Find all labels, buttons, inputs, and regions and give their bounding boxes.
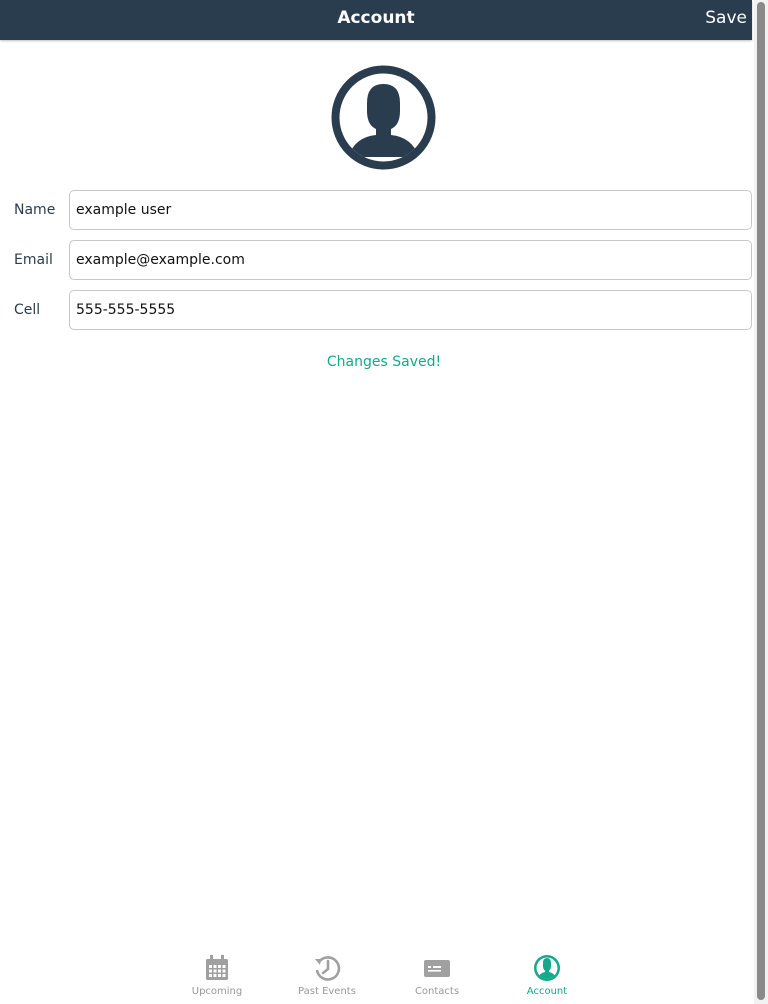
tab-account[interactable]: Account: [502, 948, 592, 1004]
tab-past-events[interactable]: Past Events: [282, 948, 372, 1004]
name-input[interactable]: [69, 190, 752, 230]
status-message: Changes Saved!: [326, 354, 442, 370]
email-input[interactable]: [69, 240, 752, 280]
cell-label: Cell: [14, 302, 41, 318]
contact-card-icon: [424, 960, 450, 977]
tab-contacts[interactable]: Contacts: [392, 948, 482, 1004]
tab-upcoming[interactable]: Upcoming: [172, 948, 262, 1004]
user-avatar-icon: [331, 65, 436, 170]
calendar-icon: [206, 955, 228, 980]
account-screen: Account Save Name Email Cell Changes Sav…: [0, 0, 768, 1004]
name-label: Name: [14, 202, 56, 218]
history-icon: [315, 956, 341, 981]
scrollbar[interactable]: [754, 0, 768, 1004]
email-label: Email: [14, 252, 53, 268]
name-row: Name: [0, 190, 752, 230]
tab-label: Account: [526, 986, 568, 997]
email-row: Email: [0, 240, 752, 280]
scrollbar-thumb[interactable]: [757, 2, 765, 1000]
cell-row: Cell: [0, 290, 752, 330]
tab-label: Contacts: [414, 986, 460, 997]
tab-label: Past Events: [298, 986, 356, 997]
page-title: Account: [337, 8, 415, 28]
save-button[interactable]: Save: [705, 0, 747, 36]
nav-bar: Account Save: [0, 0, 752, 40]
account-icon: [534, 955, 560, 981]
cell-input[interactable]: [69, 290, 752, 330]
tab-label: Upcoming: [191, 986, 243, 997]
tab-bar: Upcoming Past Events Contacts Account: [0, 948, 752, 1004]
